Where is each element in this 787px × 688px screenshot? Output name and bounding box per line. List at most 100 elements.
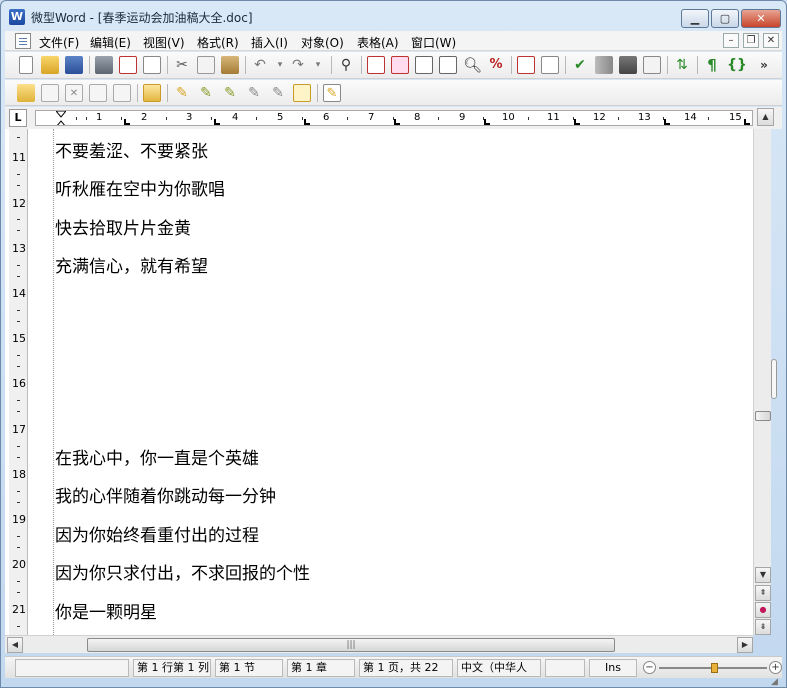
previous-change-icon[interactable]: ✎ [221, 84, 239, 102]
text-line[interactable]: 在我心中，你一直是个英雄 [55, 444, 259, 469]
vertical-scrollbar[interactable]: ▼ ⇞ ● ⇟ [753, 129, 771, 635]
reject-change-icon[interactable]: ✎ [197, 84, 215, 102]
two-pages-icon[interactable] [439, 56, 457, 74]
vertical-ruler[interactable]: 11 12 13 14 15 16 17 18 19 20 21 [9, 129, 28, 635]
maximize-button[interactable]: ▢ [711, 9, 739, 28]
highlight-changes-icon[interactable]: ✎ [323, 84, 341, 102]
next-comment-icon[interactable] [113, 84, 131, 102]
menu-format[interactable]: 格式(R) [197, 34, 239, 51]
minimize-button[interactable]: ▁ [681, 9, 709, 28]
reviewing-pane-icon[interactable] [293, 84, 311, 102]
select-browse-object-button[interactable]: ● [755, 602, 771, 618]
toolbar-overflow-button[interactable]: » [755, 56, 773, 74]
text-line[interactable]: 不要羞涩、不要紧张 [55, 137, 208, 162]
word-app-icon[interactable]: W [9, 9, 25, 25]
document-icon[interactable] [15, 33, 31, 49]
tab-stop-marker[interactable] [124, 119, 130, 125]
zoom-slider[interactable]: − + [641, 660, 782, 676]
horizontal-ruler[interactable]: 1 2 3 4 5 6 7 8 9 10 11 12 13 14 15 [35, 110, 753, 126]
full-page-icon[interactable] [415, 56, 433, 74]
status-language[interactable]: 中文（中华人 [457, 659, 541, 677]
accept-all-icon[interactable]: ✎ [269, 84, 287, 102]
text-line[interactable]: 听秋雁在空中为你歌唱 [55, 175, 225, 200]
print-icon[interactable] [95, 56, 113, 74]
tab-stop-marker[interactable] [214, 119, 220, 125]
scroll-right-button[interactable]: ▶ [737, 637, 753, 653]
text-line[interactable]: 因为你只求付出，不求回报的个性 [55, 559, 310, 584]
scroll-left-button[interactable]: ◀ [7, 637, 23, 653]
title-bar[interactable]: W 微型Word - [春季运动会加油稿大全.doc] ▁ ▢ ✕ [1, 1, 786, 31]
zoom-percent-icon[interactable]: % [487, 56, 505, 74]
open-folder-icon[interactable] [41, 56, 59, 74]
text-line[interactable]: 因为你始终看重付出的过程 [55, 521, 259, 546]
new-document-icon[interactable] [19, 56, 33, 74]
menu-window[interactable]: 窗口(W) [411, 34, 456, 51]
text-line[interactable]: 我的心伴随着你跳动每一分钟 [55, 482, 276, 507]
tab-stop-marker[interactable] [304, 119, 310, 125]
find-binoculars-icon[interactable]: ⚲ [337, 56, 355, 74]
field-codes-icon[interactable]: {} [727, 56, 745, 74]
undo-dropdown-icon[interactable]: ▾ [271, 56, 289, 74]
mdi-minimize-button[interactable]: – [723, 33, 739, 48]
menu-file[interactable]: 文件(F) [39, 34, 79, 51]
copy-icon[interactable] [197, 56, 215, 74]
zoom-knob[interactable] [711, 663, 718, 673]
word-count-icon[interactable] [595, 56, 613, 74]
sync-icon[interactable]: ⇅ [673, 56, 691, 74]
text-line[interactable]: 快去拾取片片金黄 [55, 214, 191, 239]
scroll-down-button[interactable]: ▼ [755, 567, 771, 583]
text-line[interactable]: 充满信心，就有希望 [55, 252, 208, 277]
redo-icon[interactable]: ↷ [289, 56, 307, 74]
previous-comment-icon[interactable] [89, 84, 107, 102]
tab-stop-marker[interactable] [664, 119, 670, 125]
horizontal-scrollbar[interactable]: ◀ ||| ▶ [5, 635, 753, 653]
undo-icon[interactable]: ↶ [251, 56, 269, 74]
menu-insert[interactable]: 插入(I) [251, 34, 288, 51]
tab-stop-marker[interactable] [574, 119, 580, 125]
horizontal-scroll-thumb[interactable]: ||| [87, 638, 615, 652]
export-pdf-icon[interactable] [119, 56, 137, 74]
cut-icon[interactable]: ✂ [173, 56, 191, 74]
track-changes-icon[interactable] [143, 84, 161, 102]
zoom-magnifier-icon[interactable]: 🔍︎ [463, 56, 481, 74]
resize-grip-icon[interactable]: ◢ [771, 677, 783, 687]
document-editor[interactable]: 11 12 13 14 15 16 17 18 19 20 21 不要羞涩、不要… [5, 129, 753, 635]
text-box-icon[interactable] [541, 56, 559, 74]
tab-stop-marker[interactable] [394, 119, 400, 125]
vertical-scroll-thumb[interactable] [755, 411, 771, 421]
print-preview-icon[interactable] [143, 56, 161, 74]
previous-page-button[interactable]: ⇞ [755, 585, 771, 601]
line-spacing-icon[interactable] [643, 56, 661, 74]
close-button[interactable]: ✕ [741, 9, 781, 28]
redo-dropdown-icon[interactable]: ▾ [309, 56, 327, 74]
menu-object[interactable]: 对象(O) [301, 34, 344, 51]
save-icon[interactable] [65, 56, 83, 74]
text-line[interactable]: 你是一颗明星 [55, 598, 157, 623]
font-color-icon[interactable] [517, 56, 535, 74]
menu-table[interactable]: 表格(A) [357, 34, 399, 51]
accept-change-icon[interactable]: ✎ [173, 84, 191, 102]
zoom-out-button[interactable]: − [643, 661, 656, 674]
edit-comment-icon[interactable] [41, 84, 59, 102]
tab-stop-selector[interactable]: L [9, 109, 27, 127]
delete-comment-icon[interactable]: ✕ [65, 84, 83, 102]
zoom-in-button[interactable]: + [769, 661, 782, 674]
page-view-icon[interactable] [367, 56, 385, 74]
window-split-handle[interactable] [771, 359, 777, 399]
spell-check-icon[interactable]: ✔ [571, 56, 589, 74]
mdi-restore-button[interactable]: ❐ [743, 33, 759, 48]
mdi-close-button[interactable]: ✕ [763, 33, 779, 48]
show-formatting-icon[interactable]: ¶ [703, 56, 721, 74]
insert-mode-indicator[interactable]: Ins [589, 659, 637, 677]
tab-stop-marker[interactable] [744, 119, 750, 125]
next-page-button[interactable]: ⇟ [755, 619, 771, 635]
scroll-up-button[interactable]: ▲ [757, 108, 774, 126]
paste-icon[interactable] [221, 56, 239, 74]
next-change-icon[interactable]: ✎ [245, 84, 263, 102]
menu-edit[interactable]: 编辑(E) [90, 34, 131, 51]
shading-icon[interactable] [619, 56, 637, 74]
menu-view[interactable]: 视图(V) [143, 34, 185, 51]
new-comment-icon[interactable] [17, 84, 35, 102]
first-line-indent-marker[interactable] [56, 111, 66, 126]
tab-stop-marker[interactable] [484, 119, 490, 125]
